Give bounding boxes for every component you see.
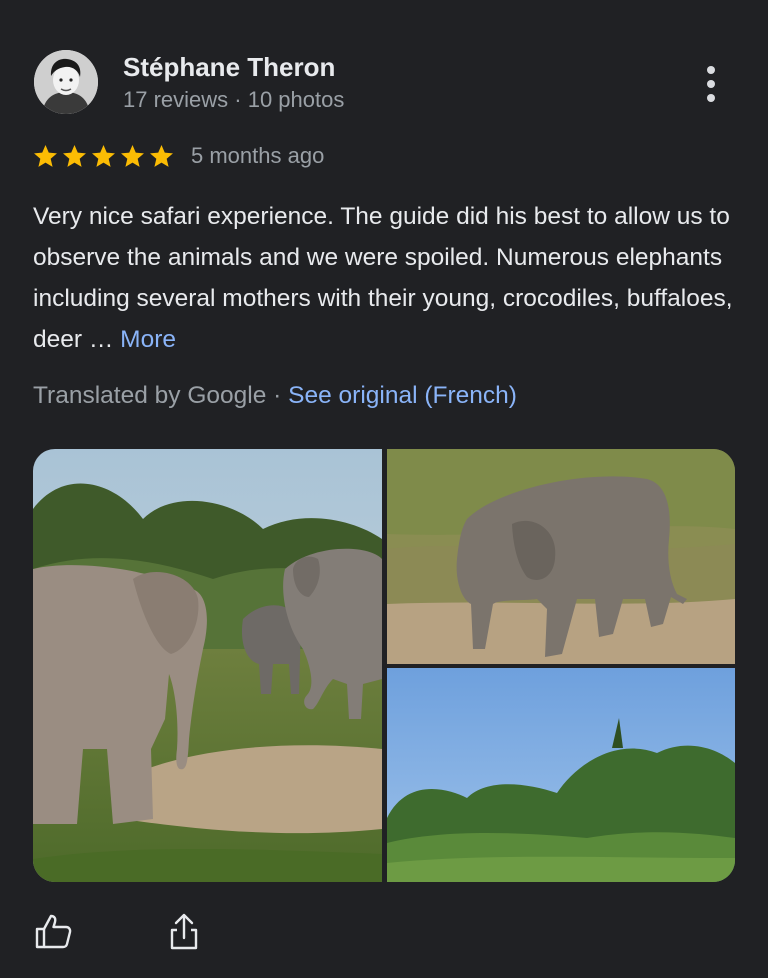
- review-photo[interactable]: [33, 449, 382, 882]
- menu-dot: [707, 80, 715, 88]
- star-icon: [92, 144, 115, 167]
- translated-by-label: Translated by Google: [33, 382, 267, 409]
- star-icon: [34, 144, 57, 167]
- more-link[interactable]: More: [120, 326, 176, 353]
- thumb-up-icon[interactable]: [32, 910, 76, 954]
- menu-dot: [707, 94, 715, 102]
- author-name[interactable]: Stéphane Theron: [123, 52, 335, 83]
- review-date: 5 months ago: [191, 143, 325, 168]
- review-text: Very nice safari experience. The guide d…: [33, 196, 733, 360]
- review-photo[interactable]: [387, 668, 735, 882]
- more-vert-icon[interactable]: [694, 62, 728, 106]
- star-icon: [63, 144, 86, 167]
- rating-row: 5 months ago: [32, 140, 324, 172]
- star-icon: [121, 144, 144, 167]
- menu-dot: [707, 66, 715, 74]
- review-photo[interactable]: [387, 449, 735, 664]
- share-icon[interactable]: [162, 910, 206, 954]
- avatar[interactable]: [34, 50, 98, 114]
- star-rating: [32, 143, 175, 170]
- star-icon: [150, 144, 173, 167]
- translation-note: Translated by Google · See original (Fre…: [33, 378, 517, 414]
- separator: ·: [273, 382, 282, 409]
- see-original-link[interactable]: See original (French): [288, 382, 517, 409]
- author-meta: 17 reviews · 10 photos: [123, 87, 345, 112]
